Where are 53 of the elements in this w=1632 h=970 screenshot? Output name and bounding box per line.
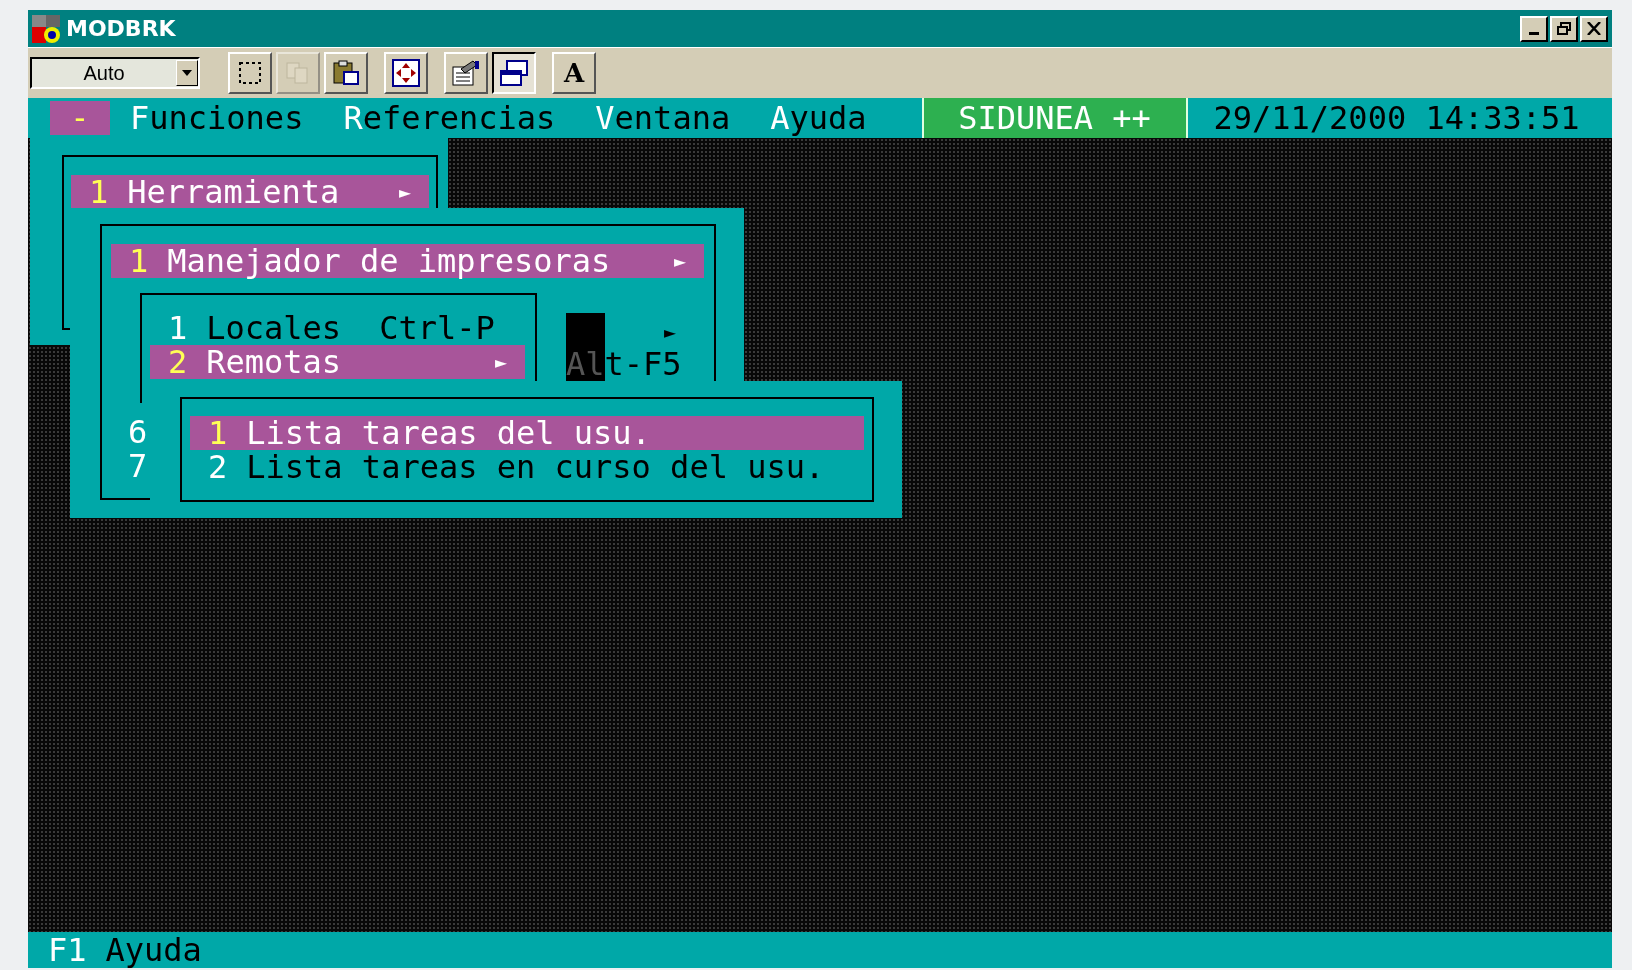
menu-bar-item[interactable]: Ventana — [595, 94, 731, 142]
status-key: F1 — [48, 926, 87, 970]
submenu-arrow: ► — [673, 248, 686, 275]
minimize-button[interactable] — [1520, 15, 1548, 42]
system-menu-button[interactable]: - — [50, 101, 110, 135]
item-number: 1 — [168, 311, 188, 345]
app-name: SIDUNEA ++ — [921, 98, 1188, 138]
toolbar-button[interactable]: A — [552, 52, 596, 94]
window-title: MODBRK — [66, 15, 176, 43]
item-label: Herramienta — [127, 175, 340, 209]
menu-bar-item[interactable]: Ayuda — [770, 94, 867, 142]
item-number: 6 — [128, 415, 148, 449]
item-number: 1 — [89, 175, 109, 209]
item-number: 1 — [129, 244, 149, 278]
item-label: Locales — [206, 311, 342, 345]
item-number: 2 — [168, 345, 188, 379]
submenu-arrow: ► — [494, 349, 507, 376]
restore-icon — [1557, 22, 1571, 35]
four-arrows-icon — [392, 59, 420, 87]
restore-button[interactable] — [1550, 15, 1578, 42]
item-number: 1 — [208, 416, 228, 450]
item-label: Lista tareas en curso del usu. — [246, 450, 825, 484]
menu-bar-item[interactable]: Funciones — [130, 94, 304, 142]
menu-item[interactable]: 2 Lista tareas en curso del usu. — [190, 450, 864, 484]
dashed-rectangle-icon — [237, 60, 263, 86]
menu-item[interactable]: 1 Manejador de impresoras ► — [111, 244, 704, 278]
item-label: Remotas — [206, 345, 342, 379]
menu-item[interactable]: 1 Lista tareas del usu. — [190, 416, 864, 450]
minimize-icon — [1529, 32, 1539, 35]
date-time: 29/11/2000 14:33:51 — [1213, 98, 1580, 139]
status-label: Ayuda — [105, 930, 202, 970]
font-size-select[interactable]: Auto — [30, 57, 200, 89]
menu-item[interactable]: 2 Remotas ► — [150, 345, 525, 379]
close-button[interactable] — [1580, 15, 1608, 42]
cursor-block — [566, 313, 605, 347]
clipboard-icon — [332, 59, 360, 87]
item-shortcut: Alt-F5 — [566, 347, 682, 381]
close-icon — [1587, 22, 1601, 35]
item-label: Manejador de impresoras — [167, 244, 611, 278]
submenu-arrow: ► — [664, 319, 677, 346]
item-shortcut: Ctrl-P — [379, 311, 495, 345]
item-number: 7 — [128, 449, 148, 483]
windows-icon — [499, 59, 529, 87]
menu-bar-item[interactable]: Referencias — [343, 94, 556, 142]
submenu-arrow: ► — [398, 179, 411, 206]
properties-icon — [451, 59, 481, 87]
toolbar-button[interactable] — [492, 52, 536, 94]
app-logo-icon — [30, 12, 62, 45]
menu-item[interactable]: 1 Locales Ctrl-P — [150, 311, 525, 345]
item-label: Lista tareas del usu. — [246, 416, 651, 450]
copy-icon — [285, 60, 311, 86]
item-number: 2 — [208, 450, 228, 484]
menu-item[interactable]: 1 Herramienta ► — [71, 175, 429, 209]
